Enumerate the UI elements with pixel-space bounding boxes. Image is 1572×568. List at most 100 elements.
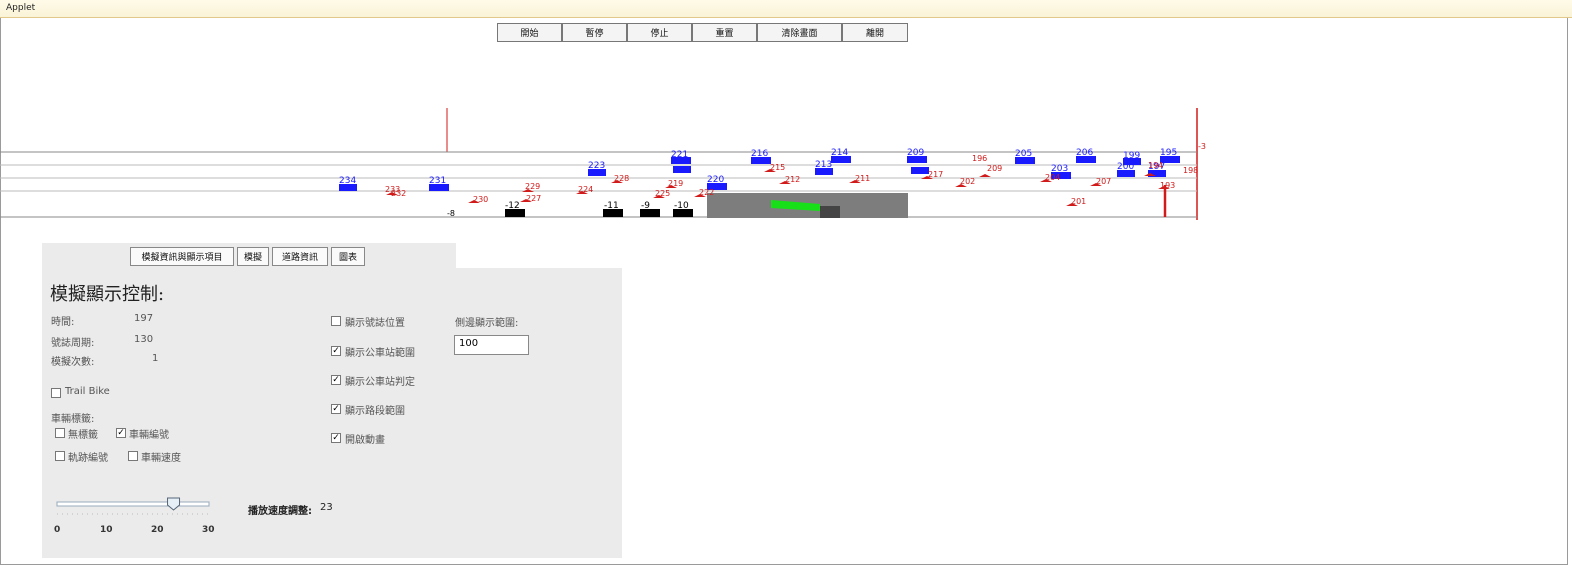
svg-text:204: 204 [1045, 173, 1060, 182]
car-215[interactable]: 215 [764, 163, 785, 172]
playback-speed-label: 播放速度調整: [248, 506, 312, 517]
svg-text:217: 217 [928, 170, 943, 179]
svg-text:-9: -9 [641, 201, 650, 211]
bus-205[interactable]: 205 [1015, 149, 1035, 164]
show-bus-range-label: 顯示公車站範圍 [345, 348, 415, 359]
car-193[interactable]: 193 [1158, 181, 1175, 190]
svg-text:214: 214 [831, 148, 848, 158]
tab-charts[interactable]: 圖表 [331, 247, 365, 266]
cycle-value: 130 [134, 334, 154, 345]
svg-text:229: 229 [525, 182, 540, 191]
car-222[interactable]: 222 [694, 188, 714, 197]
trail-bike-checkbox[interactable] [51, 388, 61, 398]
speed-slider[interactable]: 0 10 20 30 [52, 496, 217, 536]
svg-text:223: 223 [588, 161, 605, 171]
panel-heading: 模擬顯示控制: [50, 284, 165, 305]
car-224[interactable]: 224 [576, 185, 593, 194]
start-button[interactable]: 開始 [497, 23, 562, 42]
reset-button[interactable]: 重置 [692, 23, 757, 42]
svg-text:219: 219 [668, 179, 683, 188]
no-label-checkbox[interactable] [55, 428, 65, 438]
road-simulation-canvas: -3 234 231 223 221 220 216 214 213 209 2… [0, 108, 1206, 220]
playback-speed-value: 23 [320, 502, 333, 513]
svg-text:234: 234 [339, 176, 356, 186]
bus-234[interactable]: 234 [339, 176, 357, 191]
show-signal-checkbox[interactable] [331, 316, 341, 326]
car-227[interactable]: 227 [520, 194, 541, 203]
show-bus-judge-checkbox[interactable]: ✓ [331, 375, 341, 385]
speed-label-text: 車輛速度 [141, 453, 181, 464]
bus-223[interactable]: 223 [588, 161, 606, 176]
bus-216[interactable]: 216 [751, 149, 771, 164]
slider-tick-10: 10 [100, 525, 113, 535]
tab-road-info[interactable]: 道路資訊 [272, 247, 328, 266]
bus-199[interactable]: 199 [1123, 151, 1141, 165]
runs-label: 模擬次數: [51, 357, 95, 368]
speed-label-checkbox[interactable] [128, 451, 138, 461]
bus-213[interactable]: 213 [815, 160, 833, 175]
side-range-label: 側邊顯示範圍: [455, 318, 519, 329]
svg-text:201: 201 [1071, 197, 1086, 206]
cycle-label: 號誌周期: [51, 338, 95, 349]
svg-text:209: 209 [987, 164, 1002, 173]
car-230[interactable]: 230 [468, 195, 488, 204]
car-228[interactable]: 228 [611, 174, 629, 183]
animation-label: 開啟動畫 [345, 435, 385, 446]
track-id-checkbox[interactable] [55, 451, 65, 461]
side-range-input[interactable]: 100 [454, 335, 529, 355]
svg-text:196: 196 [972, 154, 987, 163]
svg-text:194: 194 [1148, 161, 1163, 170]
car-198[interactable]: 198 [1183, 166, 1198, 175]
title-bar: Applet [0, 0, 1572, 18]
svg-text:202: 202 [960, 177, 975, 186]
signal--8: -8 [447, 209, 455, 218]
bus-221[interactable]: 221 [671, 150, 691, 173]
car-201[interactable]: 201 [1066, 197, 1086, 206]
svg-text:205: 205 [1015, 149, 1032, 159]
signal--10: -10 [673, 201, 693, 217]
tab-simulation[interactable]: 模擬 [237, 247, 269, 266]
signal--12: -12 [505, 201, 525, 217]
show-road-range-label: 顯示路段範圍 [345, 406, 405, 417]
runs-value: 1 [152, 353, 159, 364]
slider-tick-30: 30 [202, 525, 215, 535]
clear-screen-button[interactable]: 清除畫面 [757, 23, 842, 42]
svg-text:212: 212 [785, 175, 800, 184]
car-225[interactable]: 225 [653, 189, 670, 198]
time-label: 時間: [51, 317, 75, 328]
slider-tick-0: 0 [54, 525, 60, 535]
svg-text:213: 213 [815, 160, 832, 170]
time-value: 197 [134, 313, 154, 324]
svg-text:199: 199 [1123, 151, 1140, 161]
bus-231[interactable]: 231 [429, 176, 449, 191]
animation-checkbox[interactable]: ✓ [331, 433, 341, 443]
svg-text:-8: -8 [447, 209, 455, 218]
exit-button[interactable]: 離開 [842, 23, 908, 42]
end-marker-label: -3 [1198, 142, 1206, 151]
show-road-range-checkbox[interactable]: ✓ [331, 404, 341, 414]
slider-tick-20: 20 [151, 525, 164, 535]
svg-text:222: 222 [699, 188, 714, 197]
show-bus-range-checkbox[interactable]: ✓ [331, 346, 341, 356]
vehicle-id-checkbox[interactable]: ✓ [116, 428, 126, 438]
car-194[interactable]: 194 [1148, 161, 1163, 170]
car-219[interactable]: 219 [665, 179, 683, 188]
car-212[interactable]: 212 [779, 175, 800, 184]
car-229[interactable]: 229 [522, 182, 540, 192]
svg-text:227: 227 [526, 194, 541, 203]
vehicle-id-text: 車輛編號 [129, 430, 169, 441]
car-209[interactable]: 209 [979, 164, 1002, 177]
svg-text:193: 193 [1160, 181, 1175, 190]
svg-text:224: 224 [578, 185, 593, 194]
bus-206[interactable]: 206 [1076, 148, 1096, 163]
bus-214[interactable]: 214 [831, 148, 851, 163]
svg-text:211: 211 [855, 174, 870, 183]
tab-sim-info[interactable]: 模擬資訊與顯示項目 [130, 247, 234, 266]
car-232[interactable]: 232 [391, 189, 406, 198]
trail-bike-label: Trail Bike [65, 386, 110, 397]
stop-button[interactable]: 停止 [627, 23, 692, 42]
slider-thumb[interactable] [167, 497, 181, 511]
vehicle-label-title: 車輛標籤: [51, 414, 95, 425]
svg-text:230: 230 [473, 195, 488, 204]
pause-button[interactable]: 暫停 [562, 23, 627, 42]
